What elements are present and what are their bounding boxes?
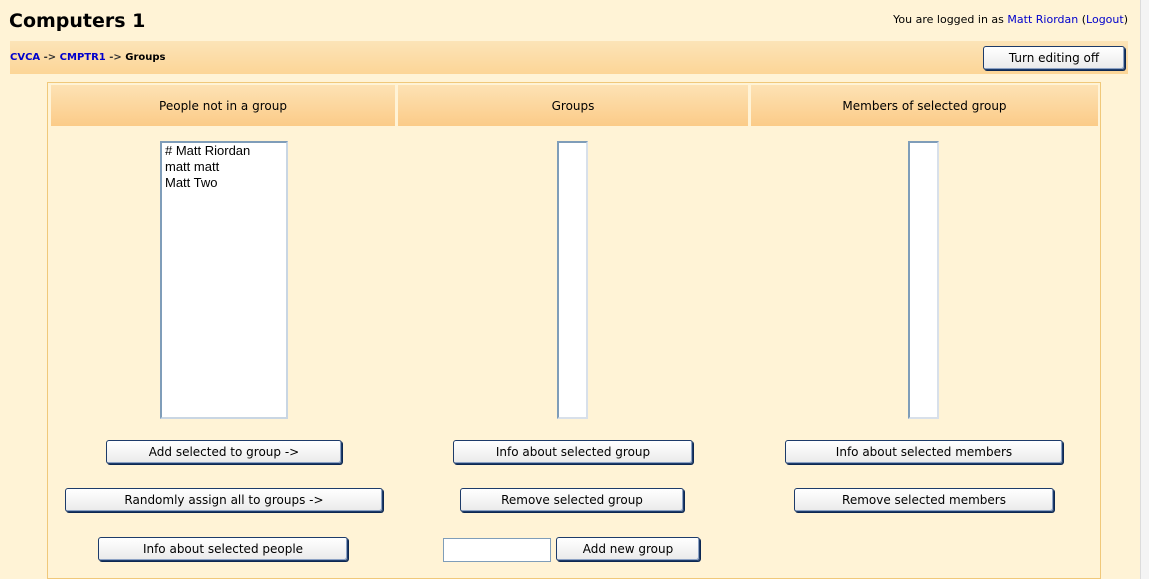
navigation-bar: CVCA -> CMPTR1 -> Groups Turn editing of… xyxy=(10,41,1128,74)
breadcrumb-separator: -> xyxy=(43,52,57,63)
add-selected-to-group-button[interactable]: Add selected to group -> xyxy=(106,440,342,464)
people-column-header: People not in a group xyxy=(51,85,395,126)
remove-selected-members-button[interactable]: Remove selected members xyxy=(794,488,1054,512)
user-link[interactable]: Matt Riordan xyxy=(1007,13,1078,26)
breadcrumb-item-cvca[interactable]: CVCA xyxy=(10,52,40,63)
groups-panel: People not in a group Groups Members of … xyxy=(47,82,1101,579)
people-not-in-group-list[interactable]: # Matt Riordan matt matt Matt Two xyxy=(160,141,288,419)
info-selected-members-button[interactable]: Info about selected members xyxy=(785,440,1063,464)
logout-close-paren: ) xyxy=(1123,13,1128,26)
turn-editing-off-button[interactable]: Turn editing off xyxy=(983,46,1125,70)
group-members-list[interactable] xyxy=(908,141,939,419)
people-list-option[interactable]: # Matt Riordan xyxy=(162,143,286,159)
new-group-name-input[interactable] xyxy=(443,538,551,562)
randomly-assign-button[interactable]: Randomly assign all to groups -> xyxy=(65,488,383,512)
breadcrumb-separator: -> xyxy=(109,52,122,63)
info-selected-people-button[interactable]: Info about selected people xyxy=(98,537,348,561)
window-scrollbar[interactable] xyxy=(1140,0,1149,579)
info-selected-group-button[interactable]: Info about selected group xyxy=(453,440,693,464)
breadcrumb: CVCA -> CMPTR1 -> Groups xyxy=(10,52,166,63)
groups-column-header: Groups xyxy=(398,85,748,126)
people-list-option[interactable]: Matt Two xyxy=(162,175,286,191)
add-new-group-button[interactable]: Add new group xyxy=(556,537,700,561)
login-info: You are logged in as Matt Riordan (Logou… xyxy=(893,13,1128,26)
groups-list[interactable] xyxy=(557,141,588,419)
page: Computers 1 You are logged in as Matt Ri… xyxy=(0,0,1140,579)
remove-selected-group-button[interactable]: Remove selected group xyxy=(460,488,684,512)
page-header: Computers 1 You are logged in as Matt Ri… xyxy=(0,0,1140,42)
page-title: Computers 1 xyxy=(9,10,146,32)
login-prefix: You are logged in as xyxy=(893,13,1004,26)
people-list-option[interactable]: matt matt xyxy=(162,159,286,175)
members-column-header: Members of selected group xyxy=(751,85,1098,126)
logout-link[interactable]: Logout xyxy=(1086,13,1124,26)
breadcrumb-current: Groups xyxy=(125,52,166,63)
breadcrumb-item-cmptr1[interactable]: CMPTR1 xyxy=(60,52,106,63)
